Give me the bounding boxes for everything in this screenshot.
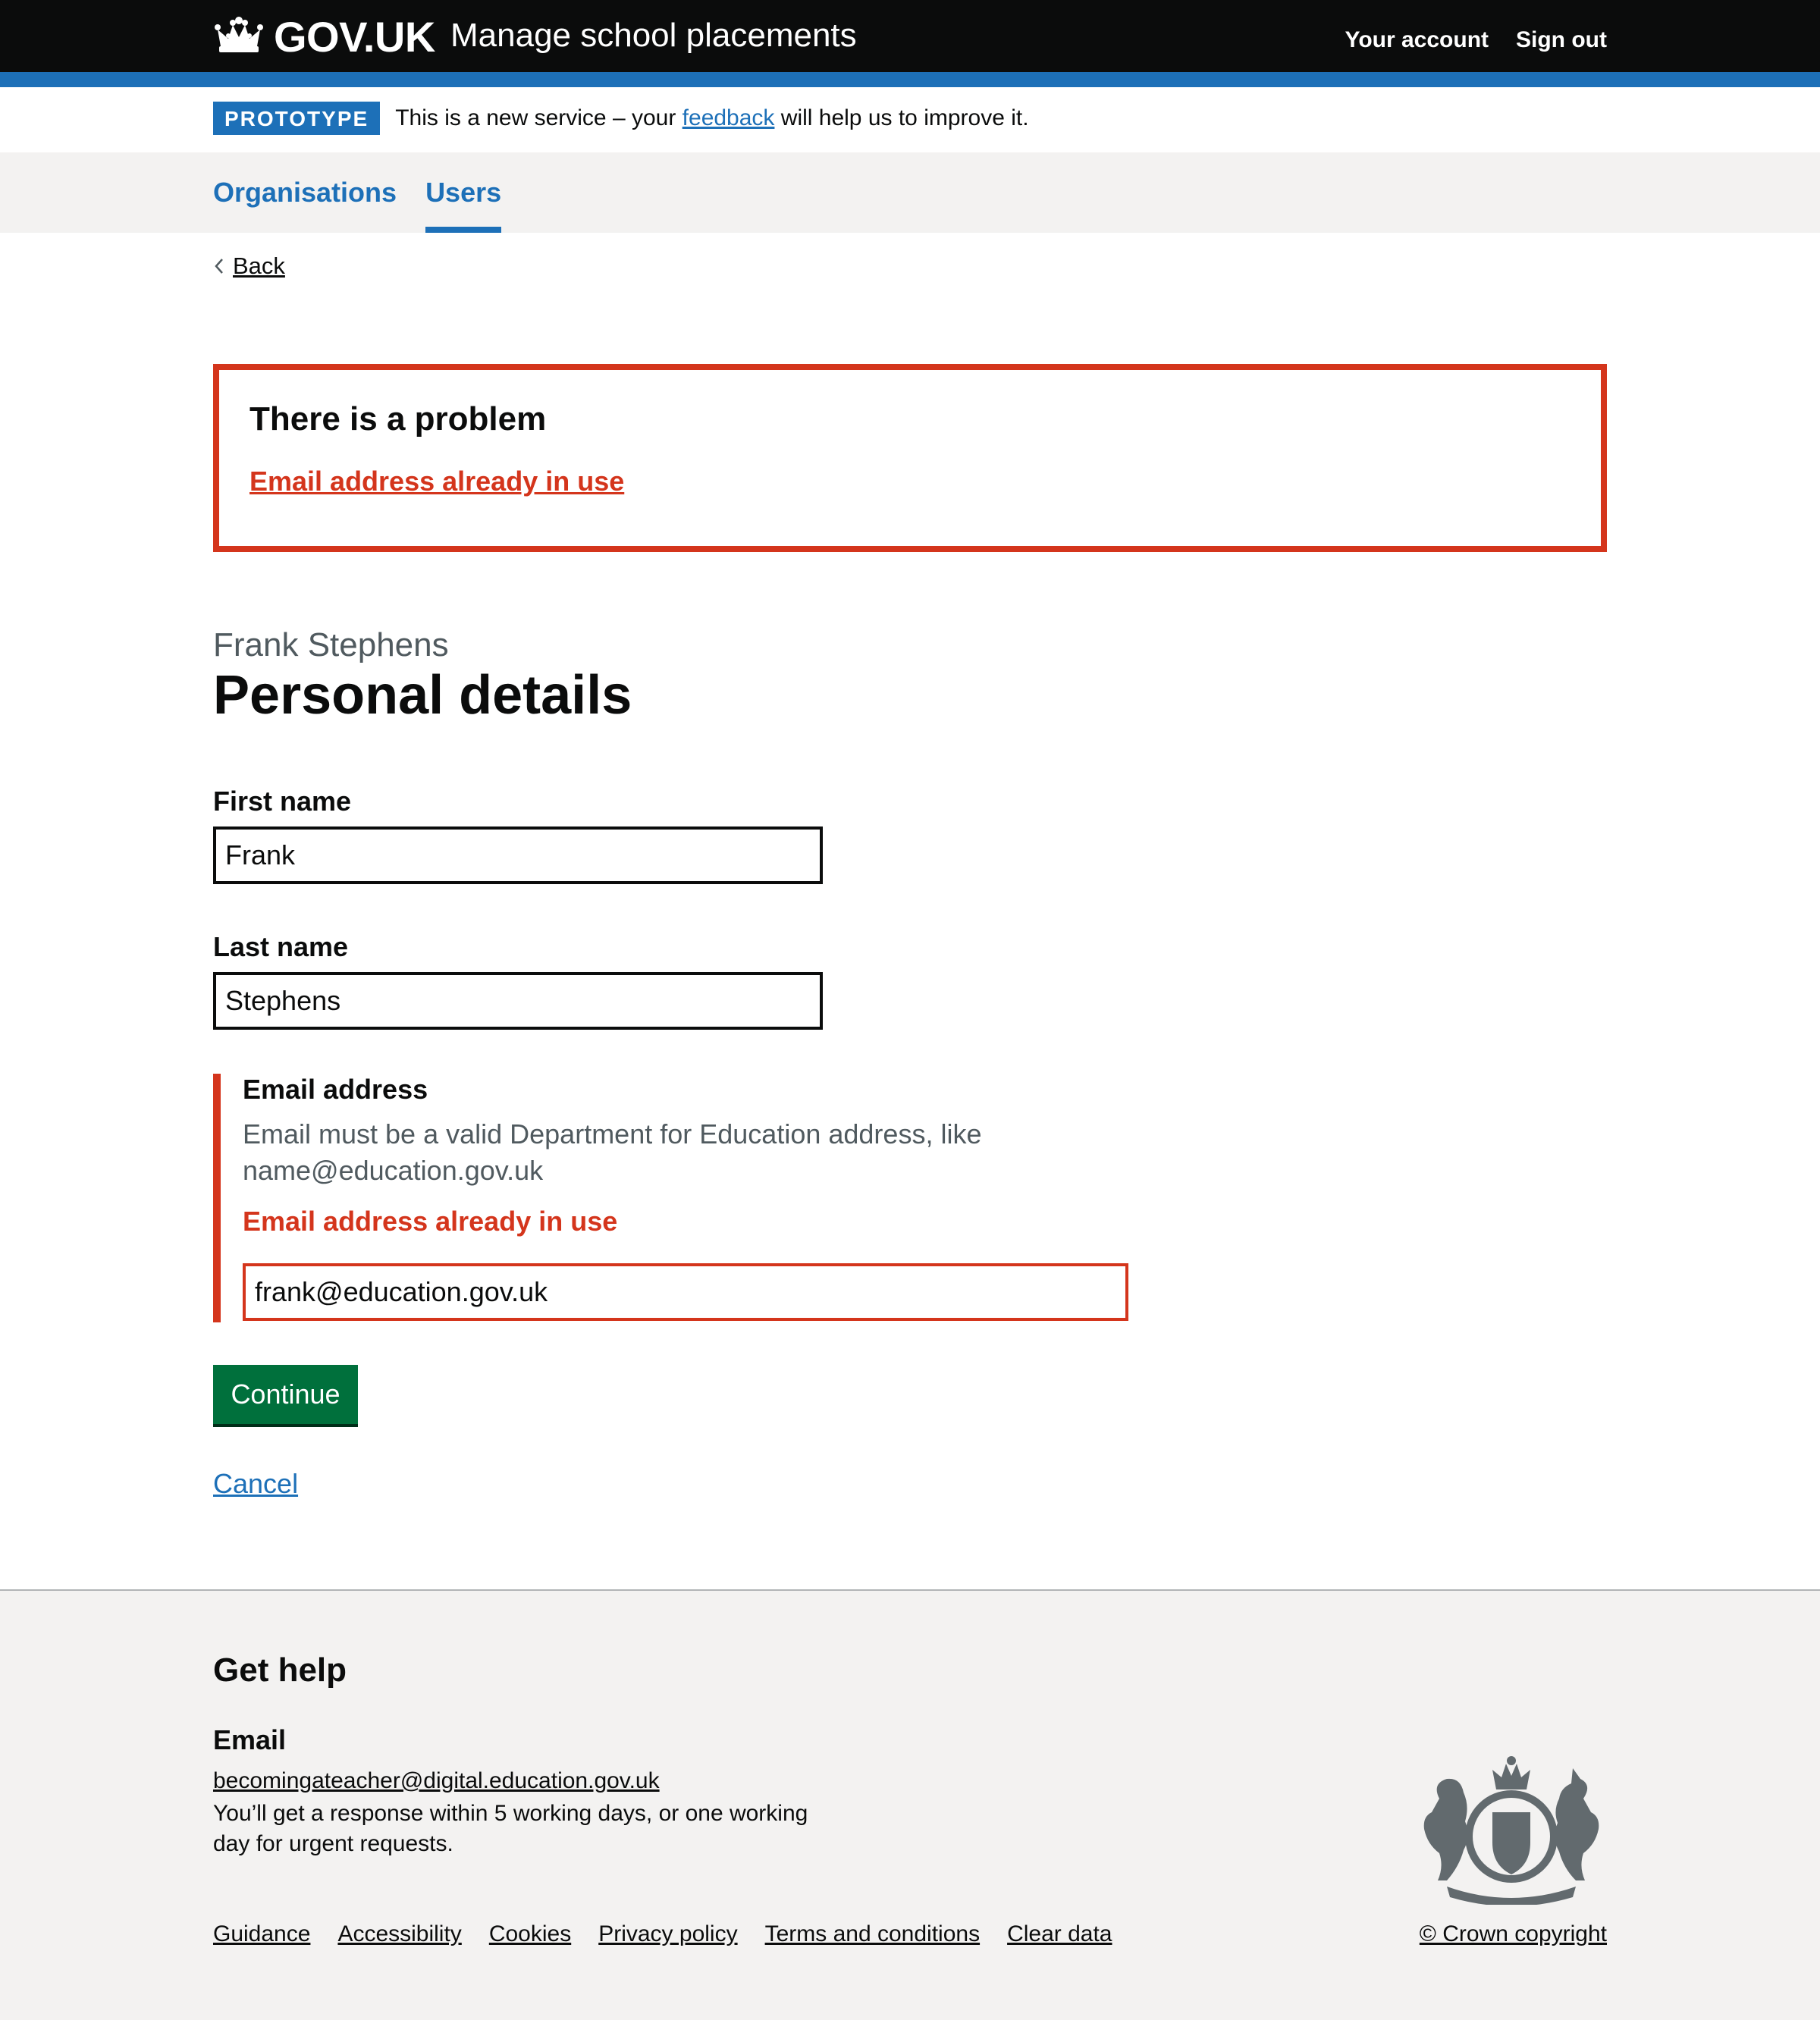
crown-icon [215, 17, 263, 52]
email-hint: Email must be a valid Department for Edu… [243, 1118, 982, 1186]
first-name-label: First name [213, 786, 352, 817]
error-summary: There is a problem Email address already… [213, 364, 1607, 552]
cancel-link[interactable]: Cancel [213, 1468, 298, 1500]
footer-link-cookies[interactable]: Cookies [489, 1921, 571, 1947]
page-title: Personal details [213, 665, 632, 726]
footer-link-guidance[interactable]: Guidance [213, 1921, 310, 1947]
back-link-label: Back [233, 252, 285, 279]
site-header: GOV.UK Manage school placements Your acc… [0, 0, 1820, 72]
header-blue-bar [0, 72, 1820, 87]
email-input[interactable]: frank@education.gov.uk [243, 1263, 1128, 1321]
email-form-group-error: Email address Email must be a valid Depa… [213, 1074, 1128, 1322]
footer-link-terms[interactable]: Terms and conditions [765, 1921, 980, 1947]
help-response-text: You’ll get a response within 5 working d… [213, 1801, 808, 1856]
back-link[interactable]: Back [213, 252, 285, 280]
your-account-link[interactable]: Your account [1345, 27, 1489, 53]
phase-tag: PROTOTYPE [213, 102, 381, 135]
error-summary-link-email[interactable]: Email address already in use [249, 466, 624, 497]
crown-copyright-link[interactable]: © Crown copyright [1420, 1921, 1607, 1947]
phase-text-before: This is a new service – your [395, 105, 682, 130]
primary-navigation: Organisations Users [0, 152, 1820, 233]
email-error-message: Email address already in use [243, 1206, 618, 1237]
govuk-logo-link[interactable]: GOV.UK [213, 12, 435, 61]
help-email-link[interactable]: becomingateacher@digital.education.gov.u… [213, 1768, 660, 1794]
footer-link-accessibility[interactable]: Accessibility [337, 1921, 461, 1947]
last-name-input[interactable]: Stephens [213, 972, 823, 1030]
phase-text-after: will help us to improve it. [774, 105, 1029, 130]
footer-link-privacy[interactable]: Privacy policy [598, 1921, 737, 1947]
get-help-title: Get help [213, 1651, 347, 1689]
email-label: Email address [243, 1074, 428, 1105]
nav-item-organisations[interactable]: Organisations [213, 152, 397, 233]
continue-button[interactable]: Continue [213, 1365, 358, 1424]
royal-crest-icon [1423, 1756, 1599, 1905]
feedback-link[interactable]: feedback [682, 105, 775, 130]
error-summary-title: There is a problem [249, 400, 547, 438]
phase-text: This is a new service – your feedback wi… [395, 105, 1028, 131]
chevron-left-icon [215, 259, 223, 274]
logo-text: GOV.UK [274, 12, 435, 61]
page-caption: Frank Stephens [213, 626, 449, 663]
header-nav: Your account Sign out [1345, 27, 1607, 53]
help-email-label: Email [213, 1724, 287, 1755]
last-name-label: Last name [213, 931, 349, 962]
footer-links: Guidance Accessibility Cookies Privacy p… [213, 1921, 1112, 1947]
sign-out-link[interactable]: Sign out [1516, 27, 1607, 53]
footer-link-clear-data[interactable]: Clear data [1007, 1921, 1112, 1947]
site-footer: Get help Email becomingateacher@digital.… [0, 1589, 1820, 2020]
phase-banner: PROTOTYPE This is a new service – your f… [213, 102, 1029, 135]
first-name-input[interactable]: Frank [213, 827, 823, 884]
nav-item-users[interactable]: Users [425, 152, 502, 233]
service-name[interactable]: Manage school placements [450, 17, 857, 55]
